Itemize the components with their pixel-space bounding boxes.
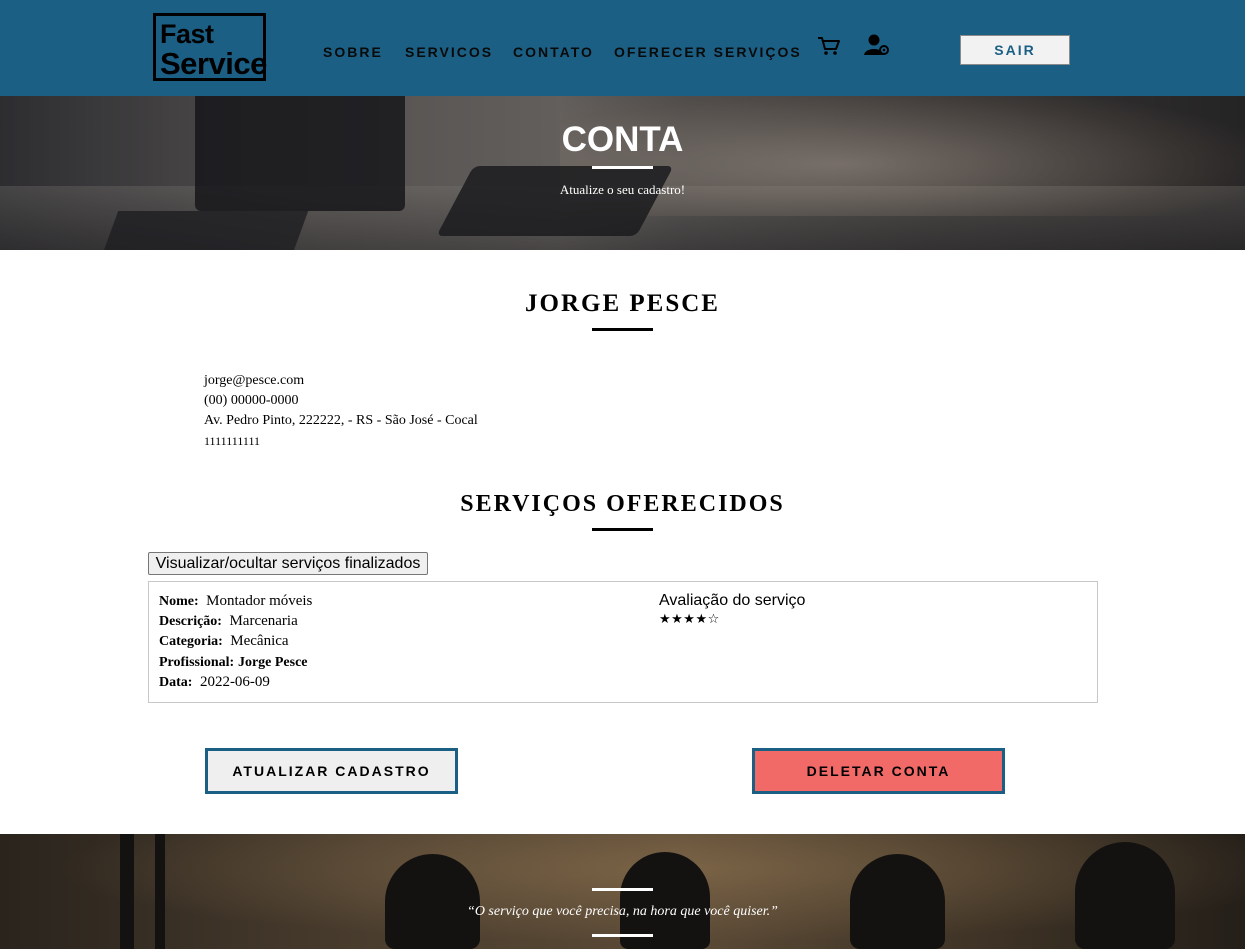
service-description-row: Descrição: Marcenaria [159, 613, 298, 630]
logo-line-1: Fast [160, 19, 214, 49]
footer-crane-silhouette [120, 834, 134, 949]
update-profile-button[interactable]: ATUALIZAR CADASTRO [205, 748, 458, 794]
profile-phone: (00) 00000-0000 [204, 393, 299, 408]
service-professional-label: Profissional: [159, 655, 235, 670]
service-date-label: Data: [159, 675, 193, 690]
service-rating-stars: ★★★★☆ [659, 612, 720, 627]
title-divider [592, 166, 653, 169]
service-professional: Jorge Pesce [237, 655, 308, 670]
service-category-label: Categoria: [159, 634, 223, 649]
hero-banner: CONTA Atualize o seu cadastro! [0, 96, 1245, 250]
service-date: 2022-06-09 [199, 674, 270, 690]
nav-contato[interactable]: CONTATO [513, 44, 594, 60]
footer-worker-silhouette-3 [850, 854, 945, 949]
cart-icon[interactable] [817, 35, 841, 57]
service-date-row: Data: 2022-06-09 [159, 674, 270, 691]
service-professional-row: Profissional: Jorge Pesce [159, 654, 308, 671]
page-title: CONTA [561, 120, 684, 159]
footer-banner: “O serviço que você precisa, na hora que… [0, 834, 1245, 949]
fast-service-logo[interactable]: Fast Service [153, 13, 267, 81]
footer-quote: “O serviço que você precisa, na hora que… [467, 904, 778, 919]
footer-divider-top [592, 888, 653, 891]
user-settings-icon[interactable] [864, 33, 890, 57]
service-name-label: Nome: [159, 594, 199, 609]
service-rating-label: Avaliação do serviço [659, 592, 806, 609]
profile-address: Av. Pedro Pinto, 222222, - RS - São José… [204, 413, 478, 428]
top-navbar: Fast Service SOBRE SERVICOS CONTATO OFER… [0, 0, 1245, 96]
service-description-label: Descrição: [159, 614, 222, 629]
service-name: Montador móveis [206, 593, 313, 609]
page-subtitle: Atualize o seu cadastro! [559, 182, 686, 197]
profile-name: JORGE PESCE [525, 290, 720, 317]
logo-line-2: Service [160, 46, 267, 81]
profile-document: 1111111111 [204, 434, 260, 448]
nav-servicos[interactable]: SERVICOS [405, 44, 493, 60]
toggle-finished-services-button[interactable]: Visualizar/ocultar serviços finalizados [148, 552, 428, 575]
delete-account-button[interactable]: DELETAR CONTA [752, 748, 1005, 794]
service-name-row: Nome: Montador móveis [159, 593, 312, 610]
services-title-divider [592, 528, 653, 531]
footer-crane-silhouette-2 [155, 834, 165, 949]
services-title: SERVIÇOS OFERECIDOS [460, 491, 785, 517]
profile-email: jorge@pesce.com [204, 373, 305, 388]
nav-sobre[interactable]: SOBRE [323, 44, 383, 60]
service-description: Marcenaria [229, 613, 298, 629]
logout-button[interactable]: SAIR [960, 35, 1070, 65]
footer-worker-silhouette-4 [1075, 842, 1175, 949]
service-category-row: Categoria: Mecânica [159, 633, 289, 650]
service-card: Nome: Montador móveis Descrição: Marcena… [148, 581, 1098, 703]
footer-worker-silhouette-1 [385, 854, 480, 949]
nav-oferecer-servicos[interactable]: OFERECER SERVIÇOS [614, 44, 802, 60]
footer-divider-bottom [592, 934, 653, 937]
profile-name-divider [592, 328, 653, 331]
service-category: Mecânica [230, 633, 289, 649]
